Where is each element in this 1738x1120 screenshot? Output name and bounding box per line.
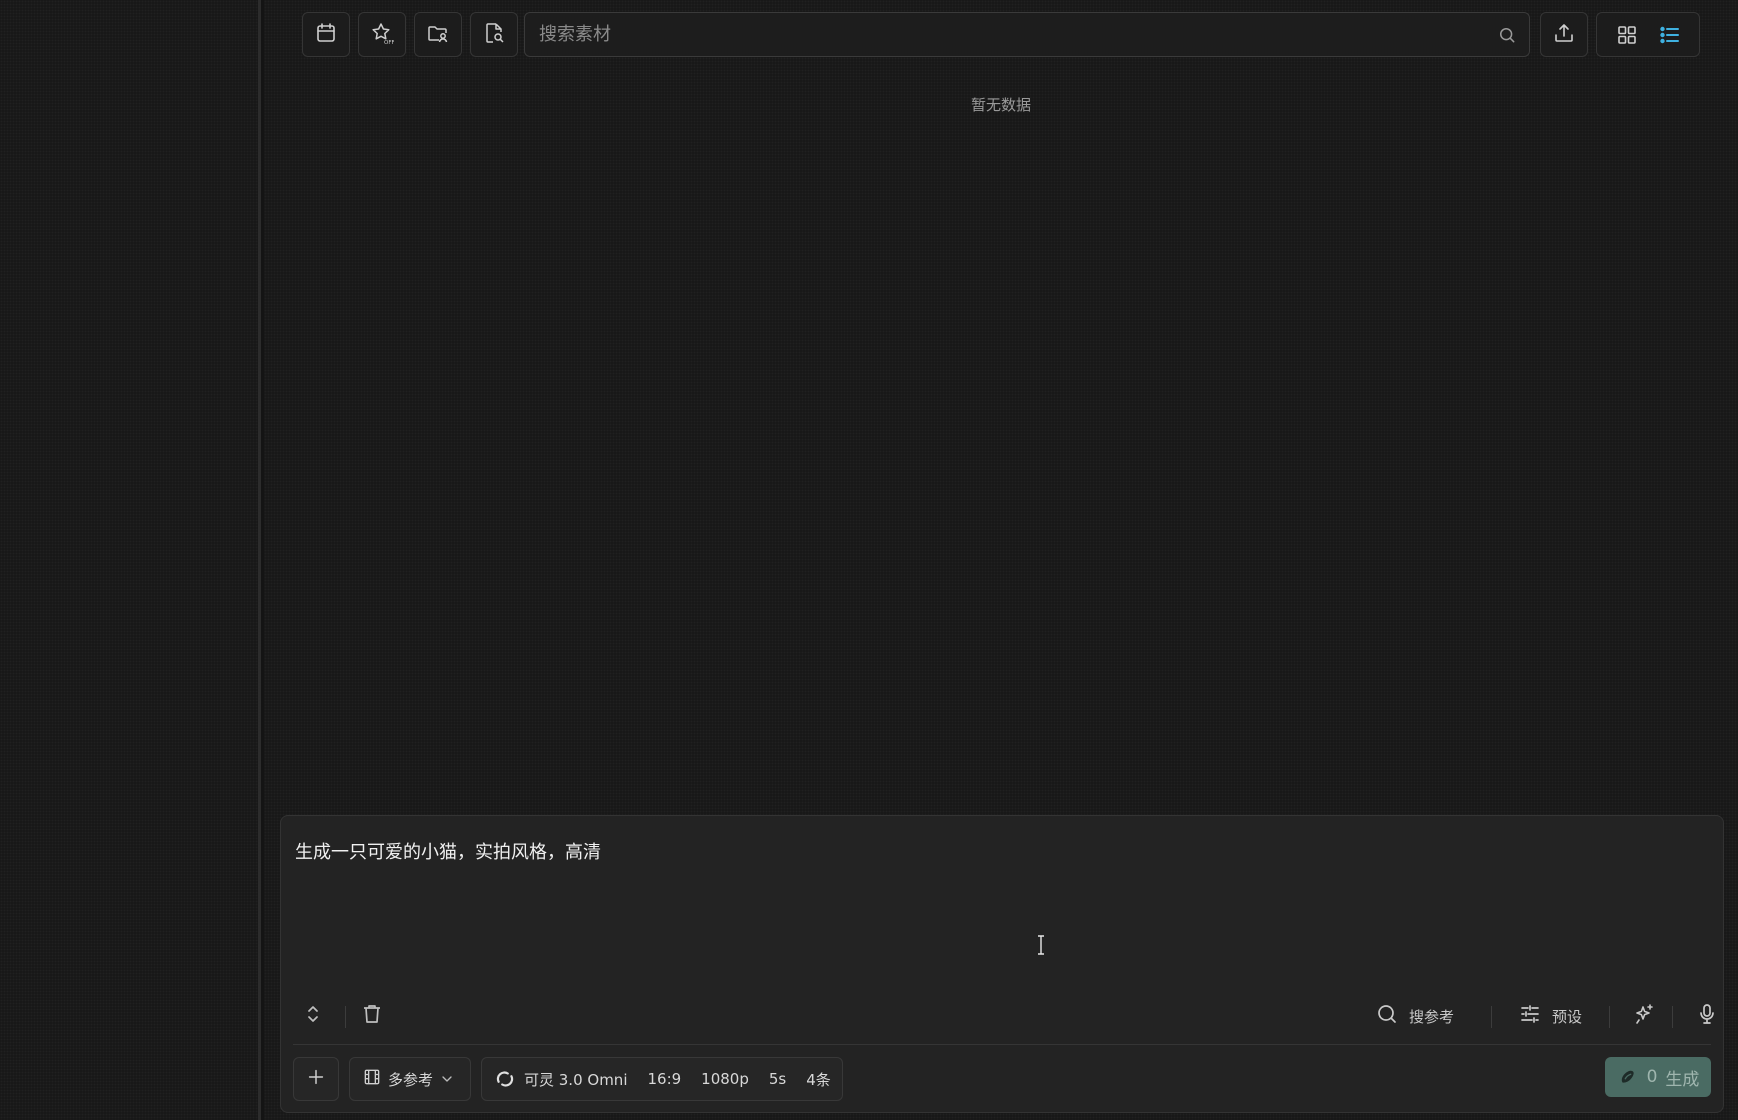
- count-select[interactable]: 4条: [796, 1069, 841, 1090]
- prompt-input[interactable]: 生成一只可爱的小猫，实拍风格，高清: [295, 838, 1709, 864]
- list-view-icon[interactable]: [1658, 23, 1682, 47]
- empty-state-text: 暂无数据: [970, 96, 1031, 114]
- film-icon: [362, 1067, 382, 1091]
- reference-mode-label: 多参考: [388, 1070, 434, 1089]
- chevron-down-icon: [439, 1071, 455, 1087]
- chevron-updown-icon: [301, 1002, 325, 1030]
- calendar-button[interactable]: [302, 12, 350, 57]
- search-icon: [1375, 1002, 1399, 1030]
- divider: [1609, 1006, 1610, 1028]
- tools-row: 搜参考 预设: [281, 994, 1723, 1038]
- main-panel: OFF 搜索素材 暂无数据 生成一只可爱的小猫，实拍风格，高清 搜参考 预设 多…: [264, 0, 1738, 1120]
- microphone-icon: [1695, 1002, 1719, 1030]
- preset-button[interactable]: 预设: [1518, 1002, 1582, 1030]
- calendar-icon: [314, 21, 338, 49]
- export-button[interactable]: [1540, 12, 1588, 57]
- resolution-select[interactable]: 1080p: [691, 1070, 759, 1088]
- text-cursor-icon: [1035, 935, 1047, 955]
- ai-enhance-button[interactable]: [1633, 1002, 1657, 1030]
- delete-button[interactable]: [360, 1002, 384, 1030]
- plus-icon: [305, 1066, 327, 1092]
- favorites-off-button[interactable]: OFF: [358, 12, 406, 57]
- divider: [345, 1006, 346, 1028]
- toolbar: OFF: [264, 0, 1738, 70]
- sliders-icon: [1518, 1002, 1542, 1030]
- svg-text:OFF: OFF: [384, 40, 394, 45]
- reference-mode-select[interactable]: 多参考: [349, 1057, 471, 1101]
- aspect-ratio-select[interactable]: 16:9: [637, 1070, 691, 1088]
- upload-icon: [1552, 21, 1576, 49]
- model-name: 可灵 3.0 Omni: [524, 1070, 628, 1089]
- generate-label: 生成: [1665, 1069, 1700, 1090]
- folder-user-icon: [426, 21, 450, 49]
- search-reference-button[interactable]: 搜参考: [1375, 1002, 1454, 1030]
- voice-input-button[interactable]: [1695, 1002, 1719, 1030]
- add-button[interactable]: [293, 1057, 339, 1101]
- preset-label: 预设: [1552, 1007, 1583, 1026]
- kling-logo-icon: [494, 1068, 516, 1090]
- prompt-composer: 生成一只可爱的小猫，实拍风格，高清 搜参考 预设 多参考 可灵 3.0 Omni…: [280, 815, 1724, 1113]
- star-off-icon: OFF: [370, 21, 395, 49]
- expand-collapse-button[interactable]: [301, 1002, 325, 1030]
- generation-controls: 多参考 可灵 3.0 Omni 16:9 1080p 5s 4条 0 生成: [281, 1057, 1723, 1101]
- duration-select[interactable]: 5s: [759, 1070, 796, 1088]
- sparkle-icon: [1633, 1002, 1657, 1030]
- file-search-button[interactable]: [470, 12, 518, 57]
- divider: [293, 1044, 1711, 1045]
- trash-icon: [360, 1002, 384, 1030]
- model-settings-bar: 可灵 3.0 Omni 16:9 1080p 5s 4条: [481, 1057, 843, 1101]
- credit-cost: 0: [1646, 1067, 1658, 1087]
- search-icon[interactable]: [1497, 25, 1517, 45]
- generate-button[interactable]: 0 生成: [1605, 1057, 1711, 1097]
- grid-view-icon[interactable]: [1615, 23, 1639, 47]
- divider: [1672, 1006, 1673, 1028]
- credit-icon: [1617, 1066, 1639, 1088]
- divider: [1491, 1006, 1492, 1028]
- model-select[interactable]: 可灵 3.0 Omni: [494, 1068, 637, 1090]
- search-reference-label: 搜参考: [1409, 1007, 1455, 1026]
- folder-user-button[interactable]: [414, 12, 462, 57]
- search-input[interactable]: [537, 23, 1497, 46]
- view-toggle: [1596, 12, 1700, 57]
- search-bar: [524, 12, 1530, 57]
- left-sidebar: [0, 0, 261, 1120]
- file-search-icon: [482, 21, 506, 49]
